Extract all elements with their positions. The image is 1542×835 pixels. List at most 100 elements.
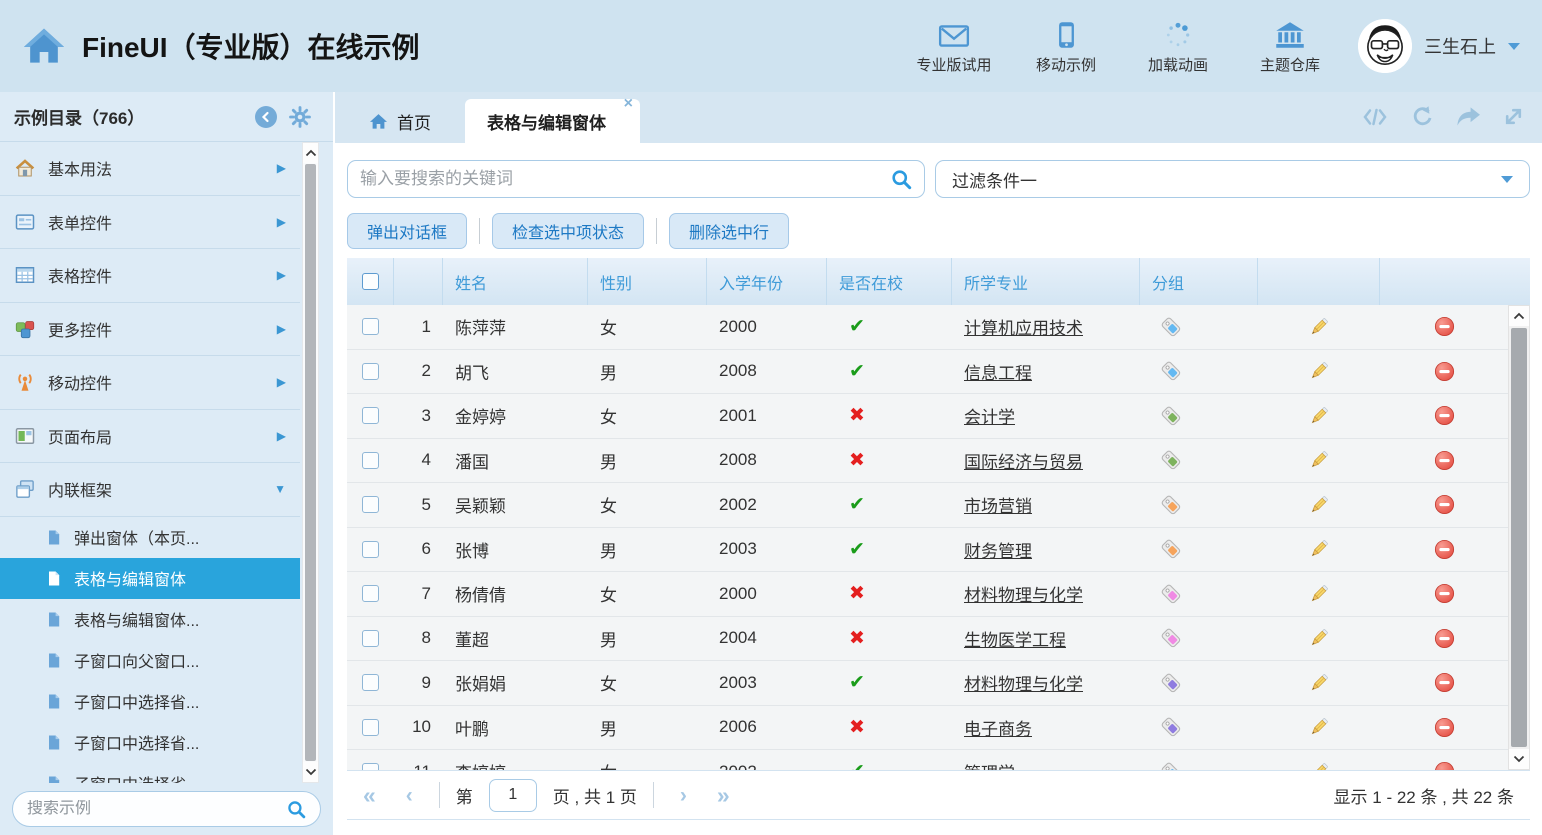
fullscreen-icon[interactable] xyxy=(1503,106,1524,127)
major-link[interactable]: 国际经济与贸易 xyxy=(964,448,1083,473)
user-menu[interactable]: 三生石上 xyxy=(1358,19,1520,73)
sidebar-group-6[interactable]: 内联框架 ▼ xyxy=(0,463,300,517)
sidebar-item-4[interactable]: 子窗口中选择省... xyxy=(0,681,300,722)
row-checkbox[interactable] xyxy=(362,496,379,513)
sidebar-item-2[interactable]: 表格与编辑窗体... xyxy=(0,599,300,640)
toolbar-button-0[interactable]: 弹出对话框 xyxy=(347,213,467,249)
nav-item-3[interactable]: 主题仓库 xyxy=(1252,17,1328,75)
delete-icon[interactable] xyxy=(1434,628,1455,649)
edit-pencil-icon[interactable] xyxy=(1308,449,1330,471)
delete-icon[interactable] xyxy=(1434,316,1455,337)
table-row[interactable]: 11 李婷婷 女 2002 ✔ 管理学 xyxy=(347,750,1508,770)
sidebar-group-1[interactable]: 表单控件 ▶ xyxy=(0,196,300,250)
scroll-down-icon[interactable] xyxy=(303,762,318,782)
major-link[interactable]: 市场营销 xyxy=(964,492,1032,517)
toolbar-button-2[interactable]: 删除选中行 xyxy=(669,213,789,249)
sidebar-item-0[interactable]: 弹出窗体（本页... xyxy=(0,517,300,558)
delete-icon[interactable] xyxy=(1434,717,1455,738)
view-source-icon[interactable] xyxy=(1361,107,1389,127)
sidebar-group-3[interactable]: 更多控件 ▶ xyxy=(0,303,300,357)
nav-item-1[interactable]: 移动示例 xyxy=(1028,17,1104,75)
table-row[interactable]: 6 张博 男 2003 ✔ 财务管理 xyxy=(347,528,1508,573)
table-row[interactable]: 7 杨倩倩 女 2000 ✖ 材料物理与化学 xyxy=(347,572,1508,617)
delete-icon[interactable] xyxy=(1434,450,1455,471)
sidebar-item-5[interactable]: 子窗口中选择省... xyxy=(0,722,300,763)
edit-pencil-icon[interactable] xyxy=(1308,627,1330,649)
prev-page-button[interactable]: ‹ xyxy=(406,785,413,806)
delete-icon[interactable] xyxy=(1434,672,1455,693)
refresh-icon[interactable] xyxy=(1411,105,1434,128)
edit-pencil-icon[interactable] xyxy=(1308,672,1330,694)
major-link[interactable]: 会计学 xyxy=(964,403,1015,428)
edit-pencil-icon[interactable] xyxy=(1308,761,1330,770)
filter-dropdown[interactable]: 过滤条件一 xyxy=(935,160,1530,198)
sidebar-group-2[interactable]: 表格控件 ▶ xyxy=(0,249,300,303)
delete-icon[interactable] xyxy=(1434,761,1455,770)
table-row[interactable]: 4 潘国 男 2008 ✖ 国际经济与贸易 xyxy=(347,439,1508,484)
delete-icon[interactable] xyxy=(1434,583,1455,604)
edit-pencil-icon[interactable] xyxy=(1308,583,1330,605)
row-checkbox[interactable] xyxy=(362,674,379,691)
delete-icon[interactable] xyxy=(1434,494,1455,515)
row-checkbox[interactable] xyxy=(362,585,379,602)
sidebar-scrollbar[interactable] xyxy=(302,142,319,783)
sidebar-collapse-button[interactable] xyxy=(255,106,277,128)
major-link[interactable]: 管理学 xyxy=(964,759,1015,770)
sidebar-scrollbar-thumb[interactable] xyxy=(305,164,316,761)
edit-pencil-icon[interactable] xyxy=(1308,316,1330,338)
table-row[interactable]: 3 金婷婷 女 2001 ✖ 会计学 xyxy=(347,394,1508,439)
table-row[interactable]: 9 张娟娟 女 2003 ✔ 材料物理与化学 xyxy=(347,661,1508,706)
sidebar-item-6[interactable]: 子窗口中选择省 xyxy=(0,763,300,784)
row-checkbox[interactable] xyxy=(362,407,379,424)
next-page-button[interactable]: › xyxy=(680,785,687,806)
row-checkbox[interactable] xyxy=(362,763,379,770)
sidebar-group-0[interactable]: 基本用法 ▶ xyxy=(0,142,300,196)
major-link[interactable]: 生物医学工程 xyxy=(964,626,1066,651)
delete-icon[interactable] xyxy=(1434,405,1455,426)
sidebar-gear-icon[interactable] xyxy=(289,106,311,128)
first-page-button[interactable]: « xyxy=(363,784,376,807)
edit-pencil-icon[interactable] xyxy=(1308,360,1330,382)
major-link[interactable]: 信息工程 xyxy=(964,359,1032,384)
row-checkbox[interactable] xyxy=(362,630,379,647)
share-icon[interactable] xyxy=(1456,106,1481,127)
edit-pencil-icon[interactable] xyxy=(1308,405,1330,427)
scroll-down-icon[interactable] xyxy=(1509,749,1529,769)
grid-scrollbar[interactable] xyxy=(1508,305,1530,770)
page-number-input[interactable] xyxy=(489,779,537,812)
tab-1[interactable]: 表格与编辑窗体 × xyxy=(465,99,640,143)
edit-pencil-icon[interactable] xyxy=(1308,538,1330,560)
toolbar-button-1[interactable]: 检查选中项状态 xyxy=(492,213,644,249)
table-row[interactable]: 5 吴颖颖 女 2002 ✔ 市场营销 xyxy=(347,483,1508,528)
nav-item-0[interactable]: 专业版试用 xyxy=(916,17,992,75)
delete-icon[interactable] xyxy=(1434,361,1455,382)
table-row[interactable]: 1 陈萍萍 女 2000 ✔ 计算机应用技术 xyxy=(347,305,1508,350)
keyword-search-input[interactable] xyxy=(360,169,883,189)
nav-item-2[interactable]: 加载动画 xyxy=(1140,17,1216,75)
sidebar-search-input[interactable] xyxy=(27,800,279,818)
sidebar-item-1[interactable]: 表格与编辑窗体 xyxy=(0,558,300,599)
row-checkbox[interactable] xyxy=(362,541,379,558)
tab-close-icon[interactable]: × xyxy=(624,95,633,113)
table-row[interactable]: 10 叶鹏 男 2006 ✖ 电子商务 xyxy=(347,706,1508,751)
select-all-checkbox[interactable] xyxy=(362,273,379,290)
delete-icon[interactable] xyxy=(1434,539,1455,560)
avatar[interactable] xyxy=(1358,19,1412,73)
tab-0[interactable]: 首页 xyxy=(347,99,453,143)
scroll-up-icon[interactable] xyxy=(303,143,318,163)
sidebar-group-5[interactable]: 页面布局 ▶ xyxy=(0,410,300,464)
grid-scrollbar-thumb[interactable] xyxy=(1511,328,1527,747)
table-row[interactable]: 2 胡飞 男 2008 ✔ 信息工程 xyxy=(347,350,1508,395)
row-checkbox[interactable] xyxy=(362,318,379,335)
last-page-button[interactable]: » xyxy=(717,784,730,807)
row-checkbox[interactable] xyxy=(362,363,379,380)
edit-pencil-icon[interactable] xyxy=(1308,494,1330,516)
search-icon[interactable] xyxy=(891,169,912,190)
sidebar-item-3[interactable]: 子窗口向父窗口... xyxy=(0,640,300,681)
scroll-up-icon[interactable] xyxy=(1509,306,1529,326)
major-link[interactable]: 电子商务 xyxy=(964,715,1032,740)
edit-pencil-icon[interactable] xyxy=(1308,716,1330,738)
major-link[interactable]: 材料物理与化学 xyxy=(964,581,1083,606)
major-link[interactable]: 计算机应用技术 xyxy=(964,314,1083,339)
row-checkbox[interactable] xyxy=(362,452,379,469)
